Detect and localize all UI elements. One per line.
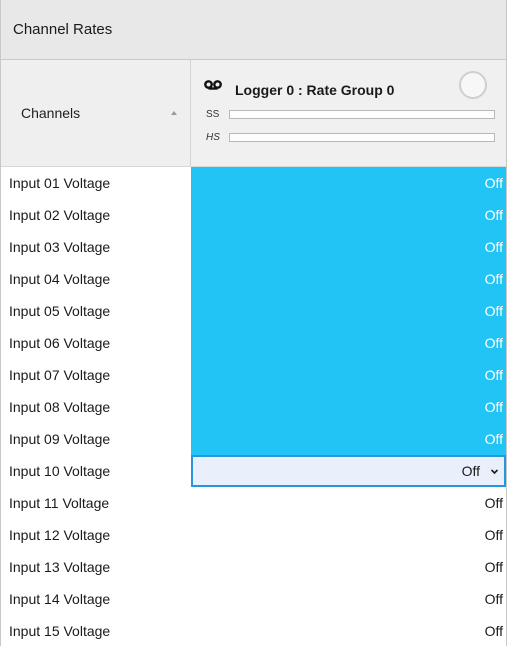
rate-cell[interactable]: Off bbox=[191, 359, 506, 391]
table-row: Input 02 Voltage Off bbox=[1, 199, 506, 231]
rate-cell[interactable]: Off bbox=[191, 231, 506, 263]
channels-header-label: Channels bbox=[21, 105, 81, 121]
rate-value: Off bbox=[484, 175, 503, 191]
rate-cell[interactable]: Off bbox=[191, 615, 506, 646]
rate-cell[interactable]: Off bbox=[191, 423, 506, 455]
ss-label: SS bbox=[206, 109, 220, 120]
channel-name: Input 02 Voltage bbox=[9, 207, 111, 223]
table-row: Input 06 Voltage Off bbox=[1, 327, 506, 359]
channel-name: Input 05 Voltage bbox=[9, 303, 111, 319]
panel-title: Channel Rates bbox=[13, 21, 113, 38]
rate-cell[interactable]: Off bbox=[191, 199, 506, 231]
channel-name: Input 13 Voltage bbox=[9, 559, 111, 575]
logger-rate-group-title: Logger 0 : Rate Group 0 bbox=[235, 82, 395, 98]
rate-value: Off bbox=[484, 303, 503, 319]
rate-cell[interactable]: Off bbox=[191, 519, 506, 551]
rate-value: Off bbox=[484, 431, 503, 447]
table-row: Input 09 Voltage Off bbox=[1, 423, 506, 455]
rate-cell[interactable]: Off bbox=[191, 327, 506, 359]
rate-value: Off bbox=[484, 271, 503, 287]
rate-value: Off bbox=[484, 399, 503, 415]
table-row: Input 05 Voltage Off bbox=[1, 295, 506, 327]
rate-value: Off bbox=[484, 207, 503, 223]
voicemail-icon bbox=[204, 80, 222, 90]
rate-value: Off bbox=[484, 527, 503, 543]
table-row: Input 10 Voltage Off bbox=[1, 455, 506, 487]
rate-value: Off bbox=[484, 495, 503, 511]
chevron-down-icon bbox=[490, 468, 499, 474]
grid-header: Channels Logger 0 : Rate Group 0 SS HS bbox=[1, 60, 506, 167]
rate-cell[interactable]: Off bbox=[191, 487, 506, 519]
channels-column-header[interactable]: Channels bbox=[1, 60, 191, 166]
sort-ascending-icon bbox=[171, 111, 177, 115]
channel-name: Input 12 Voltage bbox=[9, 527, 111, 543]
table-row: Input 08 Voltage Off bbox=[1, 391, 506, 423]
rate-group-column-header: Logger 0 : Rate Group 0 SS HS bbox=[191, 60, 506, 166]
rate-value: Off bbox=[461, 463, 480, 479]
channel-name: Input 10 Voltage bbox=[9, 463, 111, 479]
channel-name: Input 15 Voltage bbox=[9, 623, 111, 639]
rate-value: Off bbox=[484, 239, 503, 255]
channel-name: Input 09 Voltage bbox=[9, 431, 111, 447]
table-row: Input 13 Voltage Off bbox=[1, 551, 506, 583]
rate-value: Off bbox=[484, 335, 503, 351]
ss-progress-bar bbox=[229, 110, 495, 119]
rate-dropdown[interactable]: Off bbox=[191, 455, 506, 487]
status-indicator-icon bbox=[459, 71, 487, 99]
rate-value: Off bbox=[484, 591, 503, 607]
hs-progress-bar bbox=[229, 133, 495, 142]
rate-cell[interactable]: Off bbox=[191, 263, 506, 295]
rate-cell[interactable]: Off bbox=[191, 391, 506, 423]
channel-name: Input 14 Voltage bbox=[9, 591, 111, 607]
rate-value: Off bbox=[484, 559, 503, 575]
rate-cell[interactable]: Off bbox=[191, 551, 506, 583]
table-row: Input 14 Voltage Off bbox=[1, 583, 506, 615]
rate-cell[interactable]: Off bbox=[191, 295, 506, 327]
channel-name: Input 11 Voltage bbox=[9, 495, 110, 511]
rate-value: Off bbox=[484, 367, 503, 383]
channel-name: Input 08 Voltage bbox=[9, 399, 111, 415]
table-row: Input 11 Voltage Off bbox=[1, 487, 506, 519]
table-row: Input 15 Voltage Off bbox=[1, 615, 506, 646]
table-row: Input 07 Voltage Off bbox=[1, 359, 506, 391]
channel-name: Input 06 Voltage bbox=[9, 335, 111, 351]
panel-title-bar: Channel Rates bbox=[1, 0, 506, 60]
channel-name: Input 01 Voltage bbox=[9, 175, 111, 191]
channel-name: Input 07 Voltage bbox=[9, 367, 111, 383]
rate-cell[interactable]: Off bbox=[191, 167, 506, 199]
hs-label: HS bbox=[206, 132, 220, 143]
rate-cell[interactable]: Off bbox=[191, 583, 506, 615]
table-row: Input 01 Voltage Off bbox=[1, 167, 506, 199]
channel-name: Input 04 Voltage bbox=[9, 271, 111, 287]
table-row: Input 12 Voltage Off bbox=[1, 519, 506, 551]
rate-value: Off bbox=[484, 623, 503, 639]
channel-rows: Input 01 Voltage Off Input 02 Voltage Of… bbox=[1, 167, 506, 646]
table-row: Input 04 Voltage Off bbox=[1, 263, 506, 295]
channel-rates-panel: Channel Rates Channels Logger 0 : Rate G… bbox=[0, 0, 507, 646]
channel-name: Input 03 Voltage bbox=[9, 239, 111, 255]
table-row: Input 03 Voltage Off bbox=[1, 231, 506, 263]
